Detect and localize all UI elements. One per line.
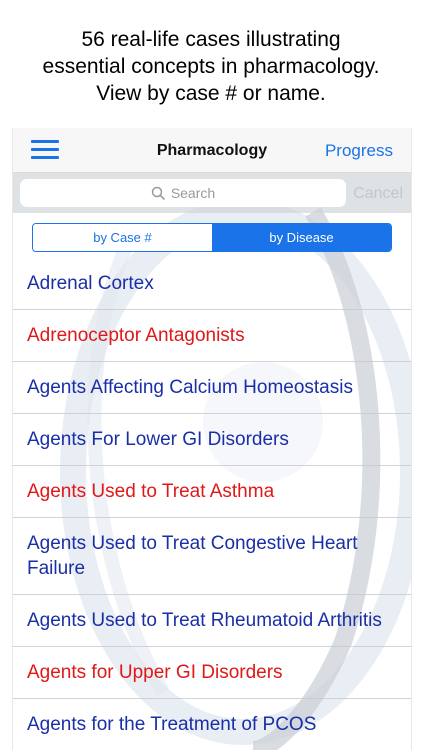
caption-line-1: 56 real-life cases illustrating [81, 28, 341, 51]
disease-list: Adrenal Cortex Adrenoceptor Antagonists … [13, 258, 411, 750]
hamburger-menu-icon[interactable] [31, 140, 59, 160]
list-item[interactable]: Adrenoceptor Antagonists [13, 310, 411, 362]
segment-by-disease[interactable]: by Disease [212, 224, 391, 251]
promo-caption: 56 real-life cases illustrating essentia… [0, 26, 422, 107]
list-item[interactable]: Agents Used to Treat Congestive Heart Fa… [13, 518, 411, 595]
app-screen: Pharmacology Progress Search Cancel by C… [12, 128, 412, 750]
segment-by-case[interactable]: by Case # [33, 224, 212, 251]
list-item[interactable]: Adrenal Cortex [13, 258, 411, 310]
progress-button[interactable]: Progress [325, 128, 393, 172]
view-mode-segmented-control: by Case # by Disease [32, 223, 392, 252]
list-item[interactable]: Agents For Lower GI Disorders [13, 414, 411, 466]
search-placeholder: Search [170, 185, 216, 201]
list-item[interactable]: Agents for the Treatment of PCOS [13, 699, 411, 750]
navigation-bar: Pharmacology Progress [13, 128, 411, 173]
caption-line-3: View by case # or name. [96, 82, 326, 105]
search-bar: Search Cancel [13, 173, 411, 213]
list-item[interactable]: Agents Used to Treat Rheumatoid Arthriti… [13, 595, 411, 647]
list-item[interactable]: Agents for Upper GI Disorders [13, 647, 411, 699]
caption-line-2: essential concepts in pharmacology. [42, 55, 380, 78]
search-input[interactable]: Search [20, 179, 346, 207]
list-item[interactable]: Agents Affecting Calcium Homeostasis [13, 362, 411, 414]
list-item[interactable]: Agents Used to Treat Asthma [13, 466, 411, 518]
cancel-button[interactable]: Cancel [353, 173, 403, 213]
search-icon [151, 186, 165, 200]
